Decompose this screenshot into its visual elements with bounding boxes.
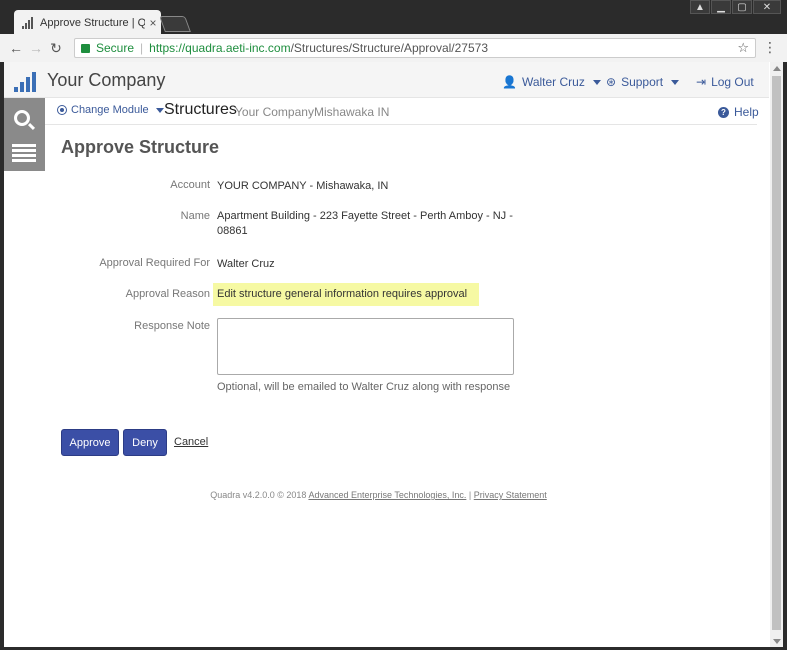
secure-label: Secure [96,41,135,55]
name-value-line2: 08861 [217,225,248,237]
response-note-label: Response Note [134,320,210,332]
page-title: Approve Structure [61,137,220,157]
browser-chrome: Approve Structure | Qua × ▲ ▁ ▢ ✕ ← → ↻ … [0,0,787,62]
back-arrow-icon[interactable]: ← [6,40,26,56]
module-dial-icon [57,105,67,115]
help-label: Help [734,105,759,119]
url-host: https://quadra.aeti-inc.com [149,41,291,55]
url-path: /Structures/Structure/Approval/27573 [290,41,488,55]
privacy-link[interactable]: Privacy Statement [474,490,547,500]
breadcrumb-location: Mishawaka IN [314,105,390,119]
reload-icon[interactable]: ↻ [46,40,66,57]
name-value-line1: Apartment Building - 223 Fayette Street … [217,210,513,222]
help-link[interactable]: ? Help [718,105,759,119]
bookmark-star-icon[interactable]: ☆ [737,40,749,56]
app-header: Your Company 👤 Walter Cruz ⊛ Support ⇥ L… [4,62,769,98]
user-icon: 👤 [502,75,517,89]
quadra-favicon-icon [22,17,34,29]
address-bar[interactable]: Secure | https://quadra.aeti-inc.com /St… [74,38,756,58]
approval-required-label: Approval Required For [99,257,210,269]
scroll-up-icon[interactable] [773,66,781,71]
browser-tab[interactable]: Approve Structure | Qua × [14,10,161,36]
company-link[interactable]: Advanced Enterprise Technologies, Inc. [308,490,466,500]
company-name[interactable]: Your Company [47,70,165,91]
browser-toolbar: ← → ↻ Secure | https://quadra.aeti-inc.c… [0,34,787,62]
browser-menu-icon[interactable]: ⋮ [763,40,777,54]
response-note-field[interactable] [217,318,514,375]
footer-separator: | [468,490,472,500]
minimize-button[interactable]: ▁ [711,0,731,14]
tab-title: Approve Structure | Qua [40,17,145,29]
change-module-dropdown[interactable]: Change Module [57,104,164,116]
tab-close-icon[interactable]: × [145,16,161,30]
cancel-link[interactable]: Cancel [174,436,208,448]
search-icon[interactable] [14,110,30,126]
account-value: YOUR COMPANY - Mishawaka, IN [217,180,389,192]
support-lifebuoy-icon: ⊛ [606,75,617,89]
footer-version: Quadra v4.2.0.0 © 2018 [210,490,307,500]
forward-arrow-icon[interactable]: → [26,40,46,56]
company-logo-icon[interactable] [14,70,36,92]
approval-reason-value: Edit structure general information requi… [213,283,480,306]
question-circle-icon: ? [718,106,729,118]
approval-reason-label: Approval Reason [125,288,210,300]
lock-icon [81,43,90,53]
vertical-scrollbar[interactable] [770,62,783,648]
left-rail [4,98,45,171]
url-separator: | [140,41,144,55]
profile-icon[interactable]: ▲ [690,0,710,14]
chevron-down-icon [155,107,164,113]
scroll-thumb[interactable] [772,76,781,630]
support-label: Support [621,75,664,89]
window-frame-right [783,62,787,650]
maximize-button[interactable]: ▢ [732,0,752,14]
user-menu[interactable]: 👤 Walter Cruz [502,75,601,89]
sub-header: Change Module Structures Your Company Mi… [45,98,759,125]
breadcrumb-company: Your Company [235,105,314,119]
user-name: Walter Cruz [521,75,585,89]
logout-link[interactable]: ⇥ Log Out [696,75,754,89]
logout-icon: ⇥ [696,75,707,89]
scroll-down-icon[interactable] [773,639,781,644]
name-label: Name [180,210,210,222]
close-window-button[interactable]: ✕ [753,0,781,14]
module-title: Structures [164,101,237,118]
account-label: Account [170,179,210,191]
chevron-down-icon [671,79,680,85]
deny-button[interactable]: Deny [123,429,167,456]
footer: Quadra v4.2.0.0 © 2018 Advanced Enterpri… [0,490,757,500]
approve-button[interactable]: Approve [61,429,119,456]
new-tab-button[interactable] [159,16,191,32]
list-icon[interactable] [12,144,36,162]
chevron-down-icon [592,79,601,85]
logout-label: Log Out [711,75,754,89]
response-note-help: Optional, will be emailed to Walter Cruz… [217,381,511,393]
support-menu[interactable]: ⊛ Support [606,75,680,89]
approval-required-value: Walter Cruz [217,258,275,270]
change-module-label: Change Module [71,104,149,116]
